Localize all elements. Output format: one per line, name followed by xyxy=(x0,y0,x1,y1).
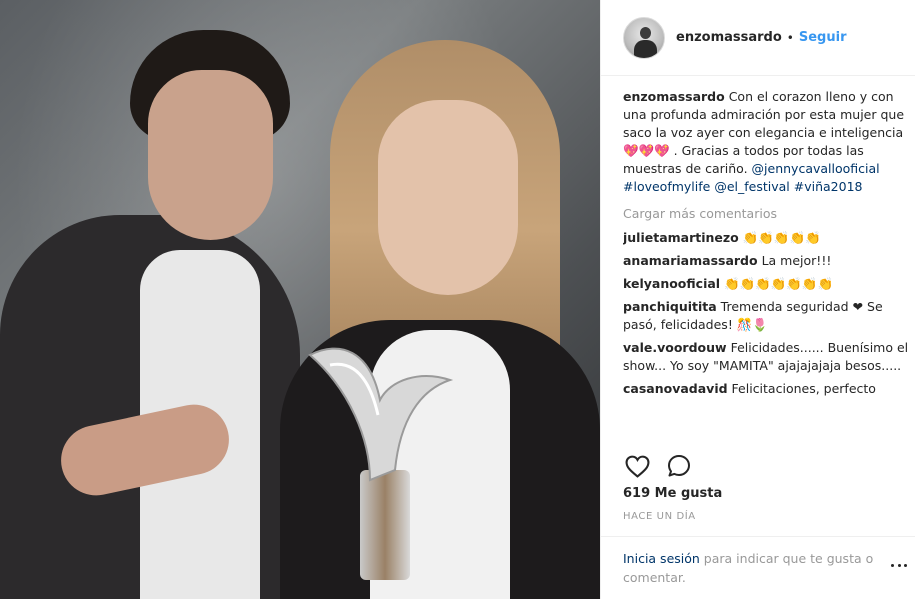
post-photo[interactable] xyxy=(0,0,600,599)
comment-text: Felicitaciones, perfecto xyxy=(731,381,876,396)
caption-mention[interactable]: @el_festival xyxy=(714,179,789,194)
comment-username[interactable]: kelyanooficial xyxy=(623,276,720,291)
comment-username[interactable]: panchiquitita xyxy=(623,299,717,314)
likes-count[interactable]: 619 Me gusta xyxy=(623,486,722,501)
comment-text: 👏👏👏👏👏 xyxy=(742,230,821,245)
caption-hashtag[interactable]: #loveofmylife xyxy=(623,179,710,194)
photo-woman-face xyxy=(378,100,518,295)
comment-username[interactable]: julietamartinezo xyxy=(623,230,739,245)
comment-text: La mejor!!! xyxy=(761,253,832,268)
comment-text: 👏👏👏👏👏👏👏 xyxy=(724,276,834,291)
list-item: vale.voordouw Felicidades...... Buenísim… xyxy=(623,339,909,375)
post-timestamp: HACE UN DÍA xyxy=(623,511,696,522)
list-item: casanovadavid Felicitaciones, perfecto xyxy=(623,380,909,398)
more-dot xyxy=(904,563,907,567)
photo-man-face xyxy=(148,70,273,240)
comment-username[interactable]: vale.voordouw xyxy=(623,340,727,355)
more-dot xyxy=(897,563,901,567)
login-prompt-bar: Inicia sesión para indicar que te gusta … xyxy=(601,536,915,599)
comment-username[interactable]: casanovadavid xyxy=(623,381,728,396)
comment-icon[interactable] xyxy=(665,452,693,480)
more-dot xyxy=(891,563,894,567)
post-header: enzomassardo • Seguir xyxy=(601,0,915,76)
caption-username[interactable]: enzomassardo xyxy=(623,89,725,104)
header-username[interactable]: enzomassardo xyxy=(676,30,782,45)
caption-hashtag[interactable]: #viña2018 xyxy=(794,179,863,194)
comments-list[interactable]: enzomassardo Con el corazon lleno y con … xyxy=(623,88,909,444)
post-actions xyxy=(623,452,707,480)
list-item: anamariamassardo La mejor!!! xyxy=(623,252,909,270)
comment-username[interactable]: anamariamassardo xyxy=(623,253,758,268)
post-caption: enzomassardo Con el corazon lleno y con … xyxy=(623,88,909,196)
avatar[interactable] xyxy=(623,16,665,59)
login-prompt: Inicia sesión para indicar que te gusta … xyxy=(623,549,885,587)
follow-button[interactable]: Seguir xyxy=(799,30,847,45)
header-separator: • xyxy=(786,30,794,45)
avatar-head-shape xyxy=(640,26,651,39)
list-item: panchiquitita Tremenda seguridad ❤ Se pa… xyxy=(623,298,909,334)
heart-icon[interactable] xyxy=(623,452,651,480)
caption-mention[interactable]: @jennycavallooficial xyxy=(752,161,880,176)
more-options-icon[interactable] xyxy=(891,561,907,569)
avatar-body-shape xyxy=(634,39,657,58)
load-more-comments-button[interactable]: Cargar más comentarios xyxy=(623,205,909,223)
login-link[interactable]: Inicia sesión xyxy=(623,551,700,566)
post-side-panel: enzomassardo • Seguir enzomassardo Con e… xyxy=(600,0,915,599)
instagram-post: enzomassardo • Seguir enzomassardo Con e… xyxy=(0,0,915,599)
list-item: kelyanooficial 👏👏👏👏👏👏👏 xyxy=(623,275,909,293)
list-item: julietamartinezo 👏👏👏👏👏 xyxy=(623,229,909,247)
photo-trophy xyxy=(308,347,454,482)
